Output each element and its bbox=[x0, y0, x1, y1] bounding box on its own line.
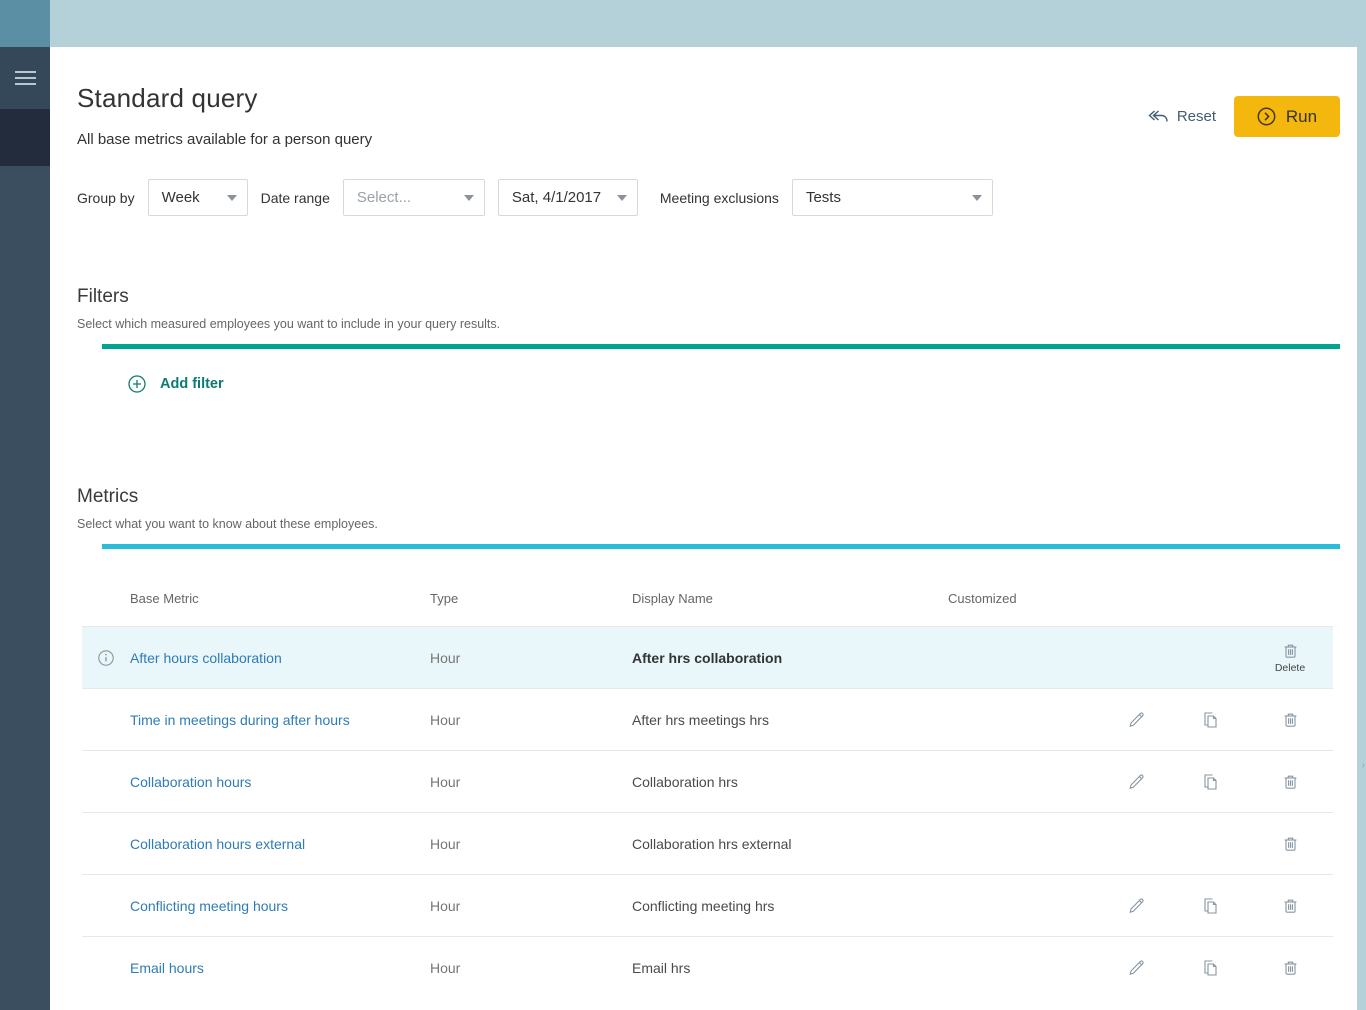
metric-display-name: Conflicting meeting hrs bbox=[632, 898, 948, 914]
copy-button[interactable] bbox=[1173, 958, 1247, 977]
metric-type: Hour bbox=[430, 712, 632, 728]
col-display-name: Display Name bbox=[632, 591, 948, 606]
meeting-exclusions-dropdown[interactable]: Tests bbox=[792, 179, 993, 216]
menu-toggle-button[interactable] bbox=[0, 47, 50, 109]
run-button[interactable]: Run bbox=[1234, 96, 1340, 137]
header-actions: Reset Run bbox=[1147, 96, 1340, 137]
delete-button[interactable] bbox=[1247, 896, 1333, 915]
plus-circle-icon bbox=[128, 375, 146, 393]
run-label: Run bbox=[1286, 107, 1317, 127]
col-base-metric: Base Metric bbox=[130, 591, 430, 606]
group-by-dropdown[interactable]: Week bbox=[148, 179, 248, 216]
chevron-down-icon bbox=[972, 195, 982, 201]
copy-button[interactable] bbox=[1173, 710, 1247, 729]
table-row[interactable]: After hours collaboration Hour After hrs… bbox=[82, 626, 1333, 688]
chevron-down-icon bbox=[464, 195, 474, 201]
base-metric-link[interactable]: Collaboration hours bbox=[130, 774, 430, 790]
metric-display-name: After hrs collaboration bbox=[632, 650, 948, 666]
reset-label: Reset bbox=[1177, 108, 1216, 125]
add-filter-label: Add filter bbox=[160, 376, 224, 392]
metrics-description: Select what you want to know about these… bbox=[77, 517, 1340, 531]
info-icon[interactable] bbox=[98, 650, 114, 666]
base-metric-link[interactable]: Email hours bbox=[130, 960, 430, 976]
base-metric-link[interactable]: Collaboration hours external bbox=[130, 836, 430, 852]
group-by-label: Group by bbox=[77, 190, 135, 206]
base-metric-link[interactable]: After hours collaboration bbox=[130, 650, 430, 666]
table-row[interactable]: Collaboration hours external Hour Collab… bbox=[82, 812, 1333, 874]
sidebar-active-item[interactable] bbox=[0, 109, 50, 166]
table-row[interactable]: Conflicting meeting hours Hour Conflicti… bbox=[82, 874, 1333, 936]
filters-title: Filters bbox=[77, 286, 1340, 308]
col-customized: Customized bbox=[948, 591, 1099, 606]
undo-icon bbox=[1147, 109, 1169, 125]
table-row[interactable]: Email hours Hour Email hrs bbox=[82, 936, 1333, 998]
start-date-value: Sat, 4/1/2017 bbox=[512, 189, 601, 206]
start-date-dropdown[interactable]: Sat, 4/1/2017 bbox=[498, 179, 638, 216]
delete-button[interactable] bbox=[1247, 834, 1333, 853]
table-row[interactable]: Time in meetings during after hours Hour… bbox=[82, 688, 1333, 750]
edit-button[interactable] bbox=[1099, 710, 1173, 729]
metrics-accent-bar bbox=[102, 544, 1340, 549]
copy-button[interactable] bbox=[1173, 772, 1247, 791]
delete-button[interactable] bbox=[1247, 958, 1333, 977]
query-controls: Group by Week Date range Select... Sat, … bbox=[77, 179, 1340, 216]
metric-type: Hour bbox=[430, 650, 632, 666]
filters-description: Select which measured employees you want… bbox=[77, 317, 1340, 331]
top-app-bar bbox=[50, 0, 1366, 47]
hamburger-icon bbox=[15, 67, 36, 89]
metric-type: Hour bbox=[430, 898, 632, 914]
date-range-placeholder: Select... bbox=[357, 189, 411, 206]
metric-display-name: Collaboration hrs external bbox=[632, 836, 948, 852]
edit-button[interactable] bbox=[1099, 772, 1173, 791]
base-metric-link[interactable]: Conflicting meeting hours bbox=[130, 898, 430, 914]
delete-button[interactable] bbox=[1247, 710, 1333, 729]
left-sidebar bbox=[0, 0, 50, 1010]
scrollbar-mark[interactable]: › bbox=[1362, 760, 1365, 771]
delete-caption: Delete bbox=[1275, 662, 1305, 674]
group-by-value: Week bbox=[162, 189, 200, 206]
base-metric-link[interactable]: Time in meetings during after hours bbox=[130, 712, 430, 728]
filters-accent-bar bbox=[102, 344, 1340, 349]
chevron-down-icon bbox=[227, 195, 237, 201]
metrics-section: Metrics Select what you want to know abo… bbox=[77, 486, 1340, 998]
sidebar-top-square bbox=[0, 0, 50, 47]
add-filter-button[interactable]: Add filter bbox=[128, 375, 224, 393]
metric-display-name: After hrs meetings hrs bbox=[632, 712, 948, 728]
table-header-row: Base Metric Type Display Name Customized bbox=[82, 570, 1333, 626]
metric-display-name: Email hrs bbox=[632, 960, 948, 976]
metric-type: Hour bbox=[430, 960, 632, 976]
copy-button[interactable] bbox=[1173, 896, 1247, 915]
edit-button[interactable] bbox=[1099, 896, 1173, 915]
main-panel: Reset Run Standard query All base metric… bbox=[50, 47, 1357, 1010]
date-range-dropdown[interactable]: Select... bbox=[343, 179, 485, 216]
metrics-table: Base Metric Type Display Name Customized… bbox=[82, 570, 1333, 998]
delete-button[interactable] bbox=[1247, 772, 1333, 791]
chevron-down-icon bbox=[617, 195, 627, 201]
delete-button[interactable]: Delete bbox=[1247, 641, 1333, 674]
metric-display-name: Collaboration hrs bbox=[632, 774, 948, 790]
metric-type: Hour bbox=[430, 774, 632, 790]
meeting-exclusions-label: Meeting exclusions bbox=[660, 190, 779, 206]
edit-button[interactable] bbox=[1099, 958, 1173, 977]
reset-button[interactable]: Reset bbox=[1147, 108, 1216, 125]
meeting-exclusions-value: Tests bbox=[806, 189, 841, 206]
table-row[interactable]: Collaboration hours Hour Collaboration h… bbox=[82, 750, 1333, 812]
date-range-label: Date range bbox=[261, 190, 330, 206]
play-circle-icon bbox=[1257, 107, 1276, 126]
metrics-title: Metrics bbox=[77, 486, 1340, 508]
col-type: Type bbox=[430, 591, 632, 606]
metric-type: Hour bbox=[430, 836, 632, 852]
filters-section: Filters Select which measured employees … bbox=[77, 286, 1340, 393]
